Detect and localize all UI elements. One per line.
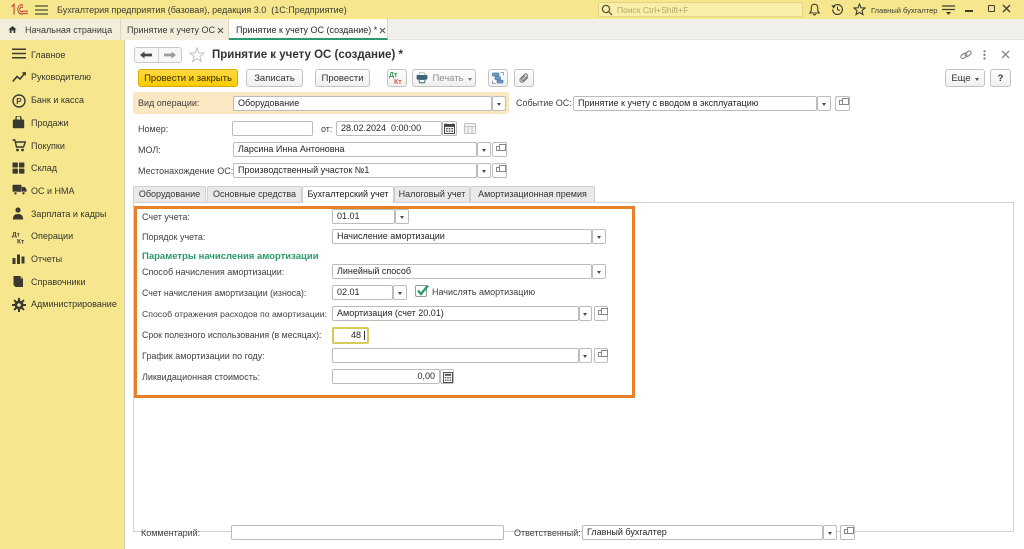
svg-text:Р: Р [16,97,22,106]
svg-text:Дт: Дт [389,72,398,79]
svg-text:Кт: Кт [394,79,402,86]
svg-text:Дт: Дт [12,231,20,238]
svg-text:Кт: Кт [17,238,24,244]
